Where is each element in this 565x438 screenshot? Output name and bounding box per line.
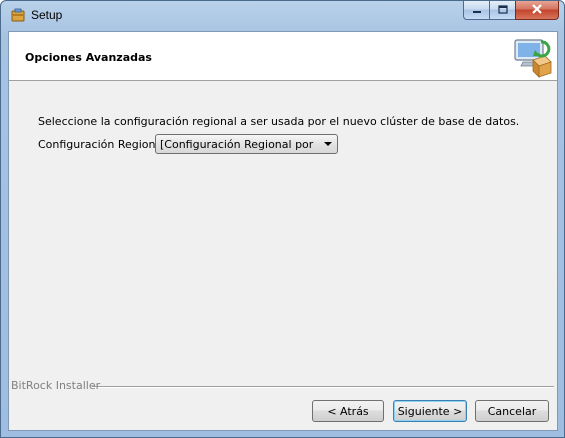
minimize-icon [472,4,482,17]
next-button[interactable]: Siguiente > [393,400,467,422]
region-label: Configuración Regional [38,138,166,151]
close-button[interactable] [515,1,559,20]
maximize-icon [497,4,508,17]
setup-window: Setup Opciones Avanzadas Seleccione la c… [0,0,565,438]
caption-buttons [463,1,559,21]
back-button[interactable]: < Atrás [312,400,384,422]
region-select-value: [Configuración Regional por defecto] [160,137,316,151]
minimize-button[interactable] [463,1,489,20]
window-title: Setup [31,8,63,22]
page-header: Opciones Avanzadas [9,32,557,81]
close-icon [531,3,543,17]
page-title: Opciones Avanzadas [25,51,152,64]
maximize-button[interactable] [489,1,515,20]
chevron-down-icon [324,142,332,146]
cancel-button[interactable]: Cancelar [475,400,549,422]
computer-install-icon [511,36,553,78]
setup-box-icon [10,8,26,24]
intro-text: Seleccione la configuración regional a s… [38,115,520,128]
title-bar[interactable]: Setup [1,1,564,31]
footer-divider [92,386,554,388]
region-select[interactable]: [Configuración Regional por defecto] [155,134,338,154]
installer-brand: BitRock Installer [11,379,101,392]
dialog-client-area: Opciones Avanzadas Seleccione la configu… [8,31,558,431]
